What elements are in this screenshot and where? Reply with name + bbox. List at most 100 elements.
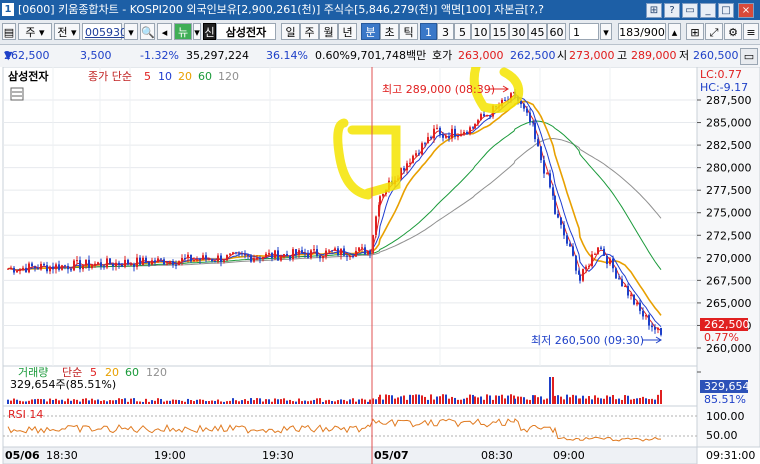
candle-body: [202, 255, 204, 260]
candle-body: [480, 114, 482, 121]
stock-code-input[interactable]: 005930: [82, 23, 127, 40]
search-icon[interactable]: ▾: [124, 23, 138, 40]
candle-body: [70, 269, 72, 271]
volume-bar: [247, 400, 249, 404]
grid-icon[interactable]: ⊞: [686, 23, 704, 40]
prev-stock-icon[interactable]: ◂: [157, 23, 172, 40]
bar-count-display[interactable]: 183/900: [618, 23, 666, 40]
ma-period-120: 120: [218, 70, 239, 83]
volume-bar: [600, 398, 602, 404]
pin-icon[interactable]: ⊞: [646, 3, 662, 18]
low-price: 260,500: [693, 49, 739, 62]
candle-body: [220, 255, 222, 263]
candle-body: [537, 139, 539, 147]
minimize-icon[interactable]: _: [700, 3, 716, 18]
volume-bar: [88, 400, 90, 404]
volume-bar: [82, 398, 84, 404]
interval-15-button[interactable]: 15: [490, 23, 509, 40]
volume-bar: [369, 399, 371, 404]
volume-bar: [358, 399, 360, 404]
candle-body: [618, 278, 620, 280]
candle-body: [504, 99, 506, 101]
volume-bar: [319, 398, 321, 404]
candle-body: [532, 122, 534, 124]
stock-chart[interactable]: 삼성전자 종가 단순 5 10 20 60 120 최고 289,000 (08…: [0, 67, 760, 464]
period-tick-button[interactable]: 틱: [399, 23, 418, 40]
candle-body: [469, 127, 471, 135]
rsi-tick-50: 50.00: [706, 429, 738, 442]
count-spin-icon[interactable]: ▴: [668, 23, 681, 40]
candle-body: [486, 115, 488, 117]
volume-bar: [148, 401, 150, 404]
volume-bar: [579, 398, 581, 404]
period-week-button[interactable]: 주: [300, 23, 319, 40]
maximize-icon[interactable]: □: [718, 3, 734, 18]
volume-bar: [627, 395, 629, 404]
close-icon[interactable]: ×: [738, 3, 754, 18]
scale-icon[interactable]: ⤢: [705, 23, 723, 40]
candle-body: [31, 263, 33, 267]
candle-body: [609, 258, 611, 264]
candle-body: [118, 262, 120, 265]
interval-1-button[interactable]: 1: [420, 23, 437, 40]
volume-bar: [474, 396, 476, 404]
volume-bar: [196, 399, 198, 404]
volume-bar: [563, 399, 565, 404]
volume-bar: [510, 394, 512, 404]
interval-60-button[interactable]: 60: [547, 23, 566, 40]
candle-body: [103, 266, 105, 268]
volume-bar: [391, 395, 393, 404]
config-icon[interactable]: ⚙: [724, 23, 742, 40]
interval-dropdown-icon[interactable]: ▾: [600, 23, 612, 40]
volume-bar: [403, 395, 405, 404]
open-price: 273,000: [569, 49, 615, 62]
search-glass-icon[interactable]: 🔍: [140, 23, 155, 40]
news-dropdown-icon[interactable]: ▾: [193, 23, 201, 40]
period-type-select[interactable]: 전 ▾: [54, 23, 80, 40]
volume-bar: [517, 396, 519, 404]
volume-bar: [364, 399, 366, 404]
volume-bar: [492, 399, 494, 404]
volume-pct-tag: 85.51%: [704, 393, 746, 406]
more-icon[interactable]: ≡: [743, 23, 759, 40]
period-month-button[interactable]: 월: [319, 23, 338, 40]
volume-bar: [64, 401, 66, 404]
candle-body: [286, 253, 288, 256]
volume-bar: [100, 400, 102, 404]
volume-bar: [460, 399, 462, 404]
candle-body: [457, 136, 459, 138]
turnover-pct: 0.60%: [315, 49, 350, 62]
period-day-button[interactable]: 일: [281, 23, 300, 40]
volume-bar: [91, 398, 93, 404]
volume-bar: [79, 401, 81, 404]
candle-body: [430, 137, 432, 139]
interval-10-button[interactable]: 10: [471, 23, 490, 40]
news-icon[interactable]: 뉴: [174, 23, 192, 40]
interval-5-button[interactable]: 5: [454, 23, 471, 40]
volume-bar: [624, 395, 626, 404]
interval-3-button[interactable]: 3: [437, 23, 454, 40]
interval-30-button[interactable]: 30: [509, 23, 528, 40]
quote-expand-icon[interactable]: ▭: [740, 48, 758, 65]
candle-body: [238, 252, 240, 254]
candle-body: [346, 255, 348, 257]
interval-45-button[interactable]: 45: [528, 23, 547, 40]
menu-icon[interactable]: ▤: [2, 23, 16, 40]
volume-bar: [543, 399, 545, 404]
period-second-button[interactable]: 초: [380, 23, 399, 40]
volume-bar: [594, 395, 596, 404]
candle-body: [88, 259, 90, 268]
help-icon[interactable]: ?: [664, 3, 680, 18]
volume-bar: [292, 401, 294, 404]
trade-amount: 9,701,748백만: [350, 49, 427, 62]
candle-body: [175, 264, 177, 266]
period-year-button[interactable]: 년: [338, 23, 357, 40]
candle-body: [49, 266, 51, 272]
volume-bar: [439, 396, 441, 404]
restore-icon[interactable]: ▭: [682, 3, 698, 18]
period-minute-button[interactable]: 분: [361, 23, 380, 40]
ma-period-10: 10: [158, 70, 172, 83]
market-select[interactable]: 주 ▾: [18, 23, 52, 40]
volume-bar: [466, 397, 468, 404]
interval-input[interactable]: 1: [569, 23, 599, 40]
